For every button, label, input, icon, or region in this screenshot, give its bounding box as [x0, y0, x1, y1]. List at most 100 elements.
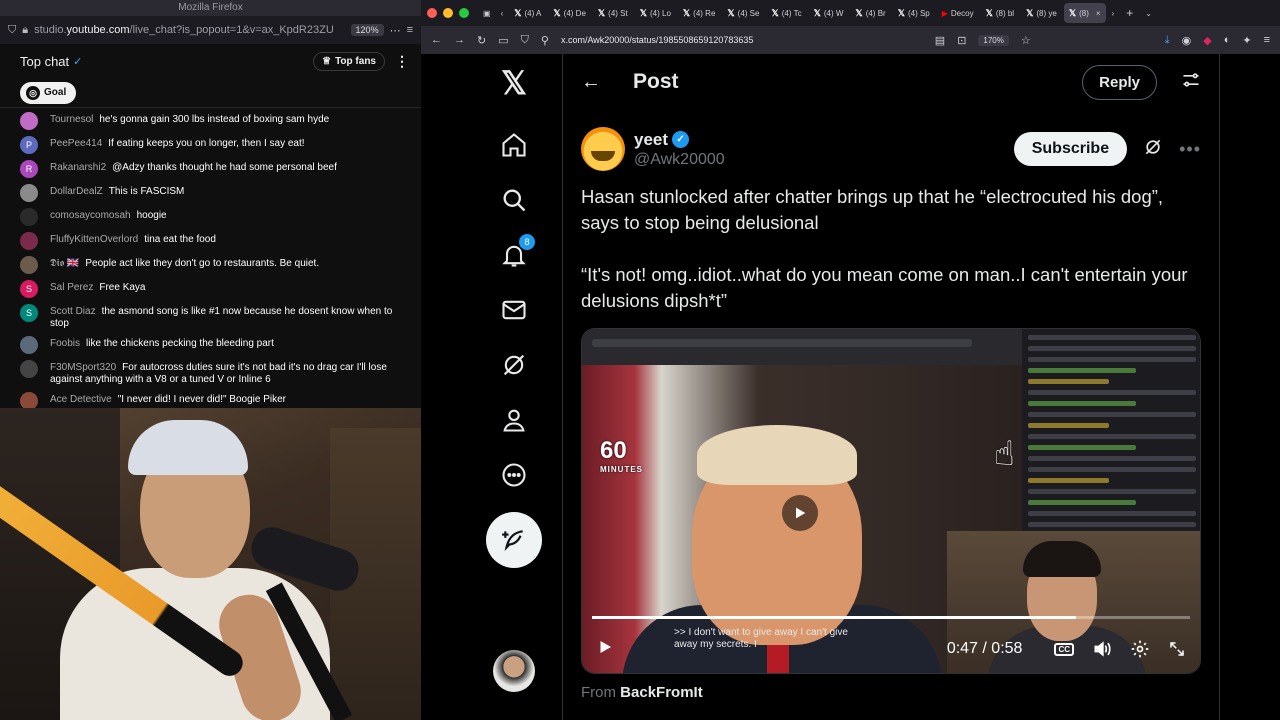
chat-message[interactable]: S Sal Perez Free Kaya	[0, 278, 421, 302]
chat-avatar[interactable]	[20, 336, 38, 354]
chat-author[interactable]: Rakanarshi2	[50, 162, 106, 173]
chat-author[interactable]: comosaycomosah	[50, 210, 131, 221]
chat-message-list[interactable]: Tournesol he's gonna gain 300 lbs instead…	[0, 108, 421, 414]
browser-tab[interactable]: 𝕏 (4) Se	[722, 3, 764, 23]
site-info-icon[interactable]: ⚲	[541, 34, 549, 47]
minimize-window-button[interactable]	[443, 8, 453, 18]
chat-avatar[interactable]	[20, 232, 38, 250]
chat-author[interactable]: F30MSport320	[50, 362, 116, 373]
browser-tab[interactable]: 𝕏 (8) ×	[1063, 3, 1106, 23]
tab-scroll-left-icon[interactable]: ‹	[501, 9, 504, 18]
chat-avatar[interactable]: S	[20, 304, 38, 322]
chat-mode-title[interactable]: Top chat	[20, 54, 69, 69]
chat-avatar[interactable]	[20, 112, 38, 130]
goal-button[interactable]: ◎ Goal	[20, 81, 77, 104]
author-handle[interactable]: @Awk20000	[634, 151, 725, 169]
chat-message[interactable]: S Scott Diaz the asmond song is like #1 no…	[0, 302, 421, 334]
tab-list-icon[interactable]: ⌄	[1145, 9, 1152, 18]
left-zoom-badge[interactable]: 120%	[350, 24, 384, 36]
sidebar-icon[interactable]: ▭	[498, 34, 508, 47]
toggle-icon[interactable]: ◐	[1224, 34, 1231, 46]
tab-overview-icon[interactable]: ▣	[483, 9, 491, 18]
left-address-bar[interactable]: ⛉ 🔒︎ studio.youtube.com/live_chat?is_pop…	[0, 16, 421, 44]
video-player[interactable]: 60 MINUTES ☝︎ >> I don't want to give awa	[581, 328, 1201, 674]
chat-author[interactable]: Foobis	[50, 338, 80, 349]
reader-icon[interactable]: ▤	[935, 34, 945, 47]
captions-button[interactable]: CC	[1054, 642, 1074, 656]
reply-button[interactable]: Reply	[1082, 64, 1157, 100]
play-button[interactable]	[596, 638, 614, 661]
chat-message[interactable]: F30MSport320 For autocross duties sure it…	[0, 358, 421, 390]
chat-author[interactable]: Scott Diaz	[50, 306, 96, 317]
chat-message[interactable]: Foobis like the chickens pecking the blee…	[0, 334, 421, 358]
chat-message[interactable]: 𝕯𝖎𝖔 🇬🇧 People act like they don't go to r…	[0, 254, 421, 278]
author-display-name[interactable]: yeet	[634, 130, 668, 150]
tab-scroll-right-icon[interactable]: ›	[1112, 9, 1115, 18]
video-play-overlay-button[interactable]	[782, 495, 818, 531]
chat-avatar[interactable]	[20, 360, 38, 378]
browser-tab[interactable]: 𝕏 (8) bl	[981, 3, 1020, 23]
compose-post-button[interactable]	[486, 512, 542, 568]
messages-icon[interactable]	[493, 289, 535, 331]
post-more-icon[interactable]: •••	[1179, 139, 1201, 160]
chat-avatar[interactable]: S	[20, 280, 38, 298]
bookmark-star-icon[interactable]: ☆	[1021, 34, 1031, 47]
address-bar[interactable]: x.com/Awk20000/status/198550865912078363…	[561, 35, 923, 45]
chat-message[interactable]: FluffyKittenOverlord tina eat the food	[0, 230, 421, 254]
back-arrow-icon[interactable]: ←	[581, 71, 621, 94]
chat-author[interactable]: DollarDealZ	[50, 186, 103, 197]
fullscreen-button[interactable]	[1168, 640, 1186, 658]
maximize-window-button[interactable]	[459, 8, 469, 18]
browser-tab[interactable]: ▶ Decoy	[937, 3, 979, 23]
account-icon[interactable]: ◉	[1182, 34, 1192, 47]
close-window-button[interactable]	[427, 8, 437, 18]
search-icon[interactable]	[493, 179, 535, 221]
chat-avatar[interactable]: R	[20, 160, 38, 178]
browser-tab[interactable]: 𝕏 (8) ye	[1021, 3, 1062, 23]
chat-author[interactable]: Sal Perez	[50, 282, 93, 293]
volume-button[interactable]	[1092, 639, 1112, 659]
chevron-down-icon[interactable]: ✓	[73, 55, 82, 68]
profile-icon[interactable]	[493, 399, 535, 441]
chat-message[interactable]: Tournesol he's gonna gain 300 lbs instead…	[0, 110, 421, 134]
chat-author[interactable]: PeePee414	[50, 138, 102, 149]
left-url[interactable]: studio.youtube.com/live_chat?is_popout=1…	[34, 24, 344, 36]
browser-tab[interactable]: 𝕏 (4) Br	[850, 3, 890, 23]
browser-tab[interactable]: 𝕏 (4) St	[593, 3, 633, 23]
downloads-icon[interactable]: ⤓	[1165, 34, 1170, 47]
notifications-bell-icon[interactable]: 8	[493, 234, 535, 276]
chat-avatar[interactable]	[20, 208, 38, 226]
extension-icon[interactable]: ◆	[1203, 34, 1211, 47]
chat-menu-icon[interactable]: ⋮	[395, 53, 409, 70]
chat-avatar[interactable]	[20, 256, 38, 274]
browser-tab[interactable]: 𝕏 (4) Sp	[893, 3, 935, 23]
grok-icon[interactable]	[493, 344, 535, 386]
screenshot-icon[interactable]: ⊡	[957, 34, 966, 47]
browser-tab[interactable]: 𝕏 (4) Tc	[766, 3, 806, 23]
browser-tab[interactable]: 𝕏 (4) De	[548, 3, 591, 23]
shield-icon[interactable]: ⛉	[521, 34, 529, 47]
chat-message[interactable]: P PeePee414 If eating keeps you on longer,…	[0, 134, 421, 158]
video-progress-bar[interactable]	[592, 616, 1190, 619]
grok-icon[interactable]	[1143, 137, 1163, 162]
chat-avatar[interactable]: P	[20, 136, 38, 154]
new-tab-icon[interactable]: +	[1126, 6, 1133, 20]
chat-author[interactable]: Ace Detective	[50, 394, 112, 405]
app-menu-icon[interactable]: ≡	[1264, 34, 1270, 46]
close-tab-icon[interactable]: ×	[1096, 9, 1101, 18]
more-icon[interactable]: ⋯	[390, 24, 401, 37]
browser-tab[interactable]: 𝕏 (4) A	[509, 3, 546, 23]
chat-message[interactable]: DollarDealZ This is FASCISM	[0, 182, 421, 206]
subscribe-button[interactable]: Subscribe	[1013, 132, 1128, 166]
author-avatar[interactable]	[581, 127, 625, 171]
video-source-link[interactable]: BackFromIt	[620, 684, 703, 701]
x-logo-icon[interactable]: 𝕏	[493, 62, 535, 104]
chat-avatar[interactable]	[20, 184, 38, 202]
top-fans-button[interactable]: ♕ Top fans	[313, 51, 385, 71]
settings-button[interactable]	[1130, 639, 1150, 659]
more-options-icon[interactable]	[493, 454, 535, 496]
zoom-badge[interactable]: 170%	[978, 34, 1009, 46]
chat-message[interactable]: comosaycomosah hoogie	[0, 206, 421, 230]
chat-message[interactable]: R Rakanarshi2 @Adzy thanks thought he had …	[0, 158, 421, 182]
shield-icon[interactable]: ⛉	[8, 24, 16, 37]
